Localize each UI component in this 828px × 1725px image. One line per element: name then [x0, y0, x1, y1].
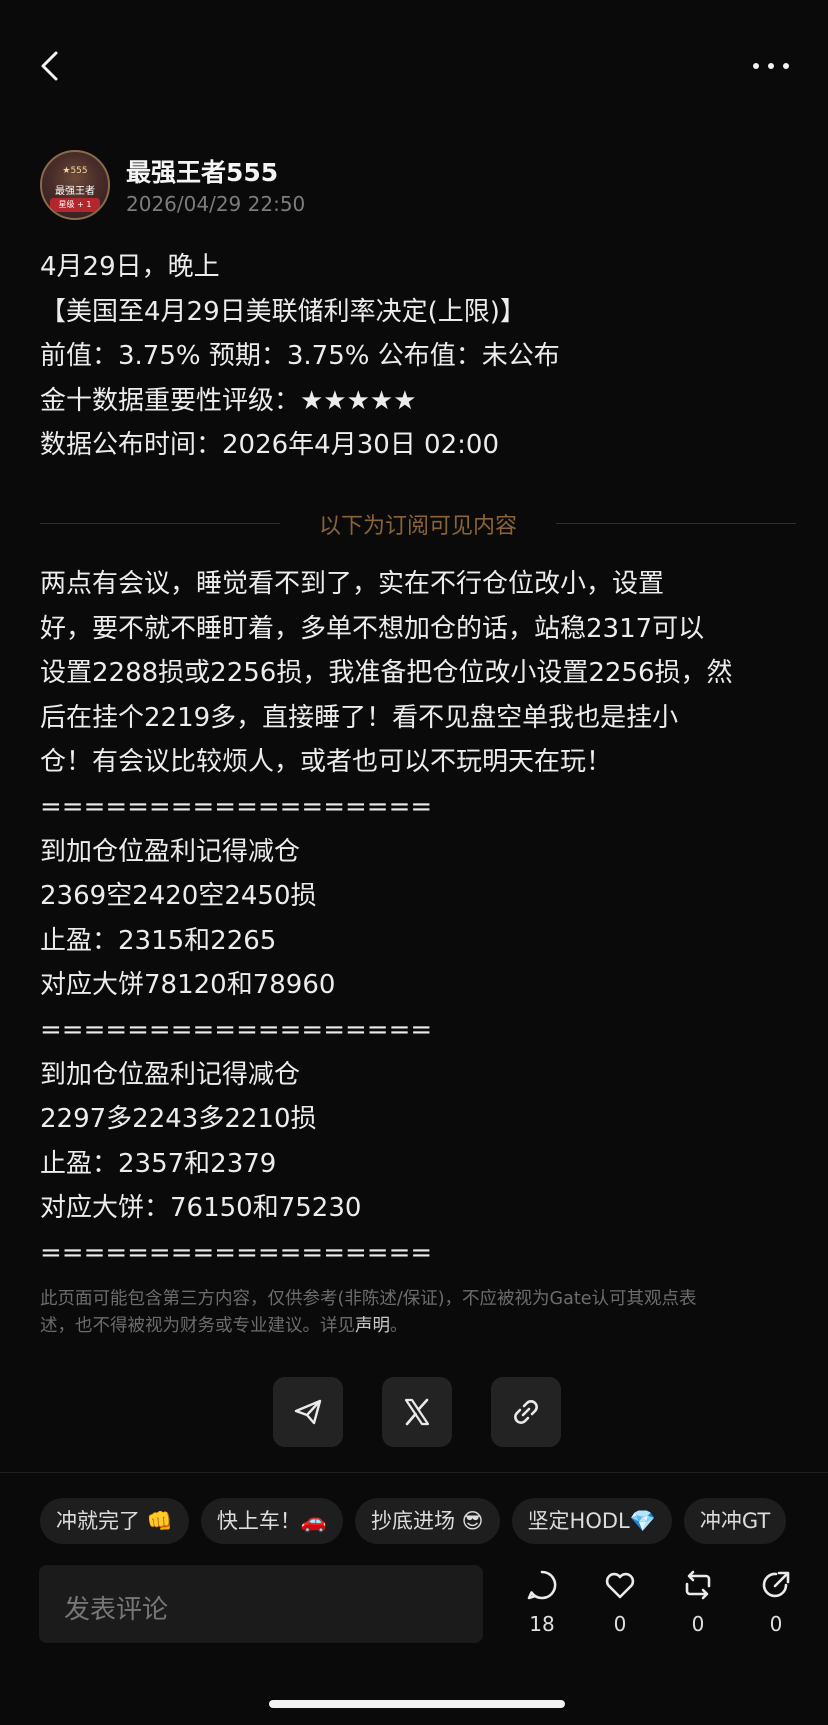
comment-placeholder: 发表评论: [64, 1595, 169, 1625]
heart-icon: [605, 1572, 635, 1599]
quick-reply-chip[interactable]: 冲就完了 👊: [40, 1498, 189, 1544]
post-line: 到加仓位盈利记得减仓: [40, 836, 301, 867]
avatar-badge-bottom: 星级 + 1: [50, 198, 100, 212]
share-button[interactable]: 0: [746, 1568, 806, 1642]
back-button[interactable]: [34, 44, 70, 88]
post-line: 两点有会议，睡觉看不到了，实在不行仓位改小，设置: [40, 569, 665, 599]
comment-icon: [527, 1570, 557, 1600]
post-line: 对应大饼：76150和75230: [40, 1193, 362, 1224]
avatar-badge-mid: 最强王者: [55, 186, 95, 197]
post-line: ==================: [40, 1014, 433, 1045]
post-line: 2369空2420空2450损: [40, 881, 317, 912]
avatar-badge-top: ★555: [62, 166, 88, 176]
post-line: 止盈：2357和2379: [40, 1148, 277, 1179]
link-icon: [514, 1400, 538, 1424]
quick-reply-chip[interactable]: 抄底进场 😎: [354, 1498, 500, 1544]
more-button[interactable]: [748, 52, 794, 80]
divider-line: [0, 1472, 828, 1473]
avatar[interactable]: ★555 最强王者 星级 + 1: [40, 150, 110, 220]
disclaimer-text: 述，也不得被视为财务或专业建议。详见: [40, 1316, 355, 1336]
disclaimer-line: 述，也不得被视为财务或专业建议。详见声明。: [40, 1313, 780, 1340]
post-line: 4月29日，晚上: [40, 252, 220, 282]
share-x-button[interactable]: [382, 1377, 452, 1447]
comment-count: 18: [529, 1612, 555, 1636]
disclaimer-end: 。: [390, 1316, 408, 1336]
share-count: 0: [769, 1612, 783, 1636]
subscriber-content: 两点有会议，睡觉看不到了，实在不行仓位改小，设置 好，要不就不睡盯着，多单不想加…: [40, 562, 800, 1276]
like-button[interactable]: 0: [590, 1568, 650, 1642]
post-line: 【美国至4月29日美联储利率决定(上限)】: [40, 296, 526, 327]
post-line: 前值：3.75% 预期：3.75% 公布值：未公布: [40, 341, 560, 371]
post-content: 4月29日，晚上 【美国至4月29日美联储利率决定(上限)】 前值：3.75% …: [40, 245, 800, 468]
post-line: 仓！有会议比较烦人，或者也可以不玩明天在玩！: [40, 747, 613, 778]
disclaimer: 此页面可能包含第三方内容，仅供参考(非陈述/保证)，不应被视为Gate认可其观点…: [40, 1286, 780, 1340]
disclaimer-line: 此页面可能包含第三方内容，仅供参考(非陈述/保证)，不应被视为Gate认可其观点…: [40, 1289, 697, 1309]
repost-button[interactable]: 0: [668, 1568, 728, 1642]
like-count: 0: [613, 1612, 627, 1636]
share-row: [273, 1377, 563, 1447]
telegram-icon: [294, 1399, 322, 1425]
quick-reply-chip[interactable]: 坚定HODL💎: [511, 1498, 672, 1544]
post-line: 对应大饼78120和78960: [40, 970, 336, 1001]
post-line: 到加仓位盈利记得减仓: [40, 1059, 301, 1090]
more-dots-icon: [753, 63, 789, 69]
disclaimer-link[interactable]: 声明: [355, 1316, 390, 1336]
divider-rule: [556, 523, 796, 524]
post-line: ==================: [40, 791, 433, 822]
copy-link-button[interactable]: [491, 1377, 561, 1447]
author-header: ★555 最强王者 星级 + 1 最强王者555 2026/04/29 22:5…: [40, 150, 780, 222]
home-indicator: [269, 1700, 565, 1708]
quick-reply-chip[interactable]: 快上车！🚗: [200, 1498, 343, 1544]
repost-icon: [685, 1570, 711, 1600]
post-line: 止盈：2315和2265: [40, 925, 277, 956]
post-line: 后在挂个2219多，直接睡了！看不见盘空单我也是挂小: [40, 702, 679, 733]
share-icon: [762, 1571, 790, 1598]
post-time: 2026/04/29 22:50: [126, 192, 306, 216]
chevron-left-icon: [41, 51, 58, 81]
post-line: 2297多2243多2210损: [40, 1104, 317, 1135]
top-bar: [0, 0, 828, 130]
comment-button[interactable]: 18: [512, 1568, 572, 1642]
comment-input[interactable]: 发表评论: [39, 1565, 483, 1643]
subscriber-divider: 以下为订阅可见内容: [40, 505, 796, 541]
repost-count: 0: [691, 1612, 705, 1636]
quick-reply-chip[interactable]: 冲冲GT: [683, 1498, 787, 1544]
post-line: 数据公布时间：2026年4月30日 02:00: [40, 430, 499, 460]
subscriber-divider-label: 以下为订阅可见内容: [318, 514, 517, 539]
quick-reply-chips: 冲就完了 👊 快上车！🚗 抄底进场 😎 坚定HODL💎 冲冲GT: [40, 1498, 828, 1546]
post-line: 好，要不就不睡盯着，多单不想加仓的话，站稳2317可以: [40, 613, 705, 644]
share-telegram-button[interactable]: [273, 1377, 343, 1447]
post-line: ==================: [40, 1237, 433, 1268]
author-name[interactable]: 最强王者555: [126, 153, 278, 189]
post-line: 金十数据重要性评级：★★★★★: [40, 385, 417, 416]
post-line: 设置2288损或2256损，我准备把仓位改小设置2256损，然: [40, 658, 733, 689]
x-icon: [404, 1398, 430, 1426]
